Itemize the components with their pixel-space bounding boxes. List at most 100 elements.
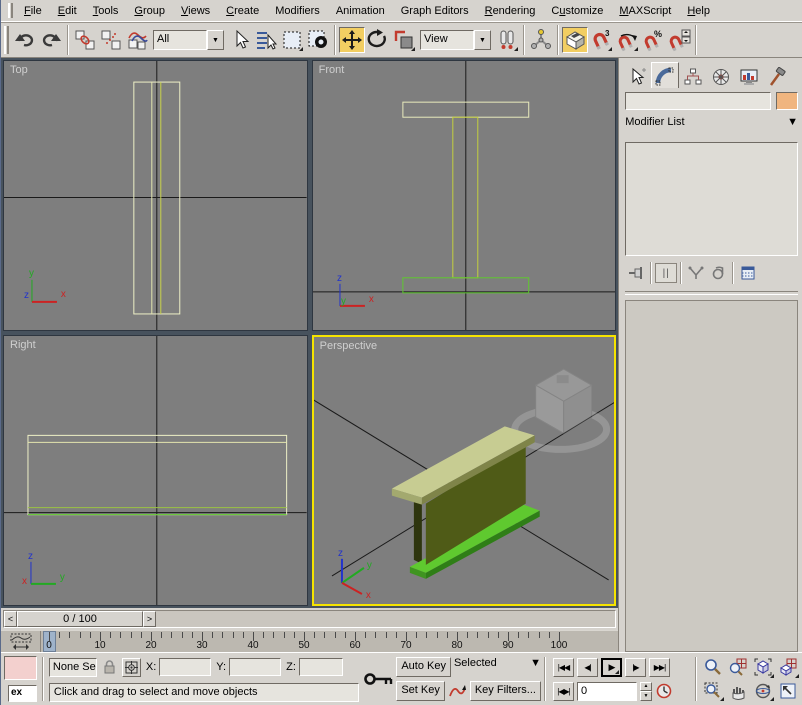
angle-snap-toggle-button[interactable] bbox=[614, 27, 640, 53]
viewport-perspective[interactable]: Perspective z y x bbox=[311, 335, 617, 606]
time-configuration-button[interactable] bbox=[655, 682, 674, 701]
snap-toggle-button[interactable]: 3 bbox=[588, 27, 614, 53]
select-and-manipulate-button[interactable] bbox=[528, 27, 554, 53]
time-slider-prev-arrow[interactable]: < bbox=[4, 611, 17, 627]
time-slider-next-arrow[interactable]: > bbox=[143, 611, 156, 627]
macro-recorder-line[interactable] bbox=[4, 656, 37, 680]
menu-item-animation[interactable]: Animation bbox=[328, 2, 393, 20]
make-unique-button[interactable] bbox=[685, 263, 707, 283]
viewport-right-canvas[interactable]: z y x bbox=[4, 336, 307, 605]
zoom-extents-button[interactable] bbox=[751, 656, 775, 679]
tab-utilities[interactable] bbox=[763, 64, 791, 88]
viewport-perspective-label[interactable]: Perspective bbox=[320, 340, 377, 352]
menu-item-graph-editors[interactable]: Graph Editors bbox=[393, 2, 477, 20]
selection-lock-toggle[interactable] bbox=[100, 658, 119, 677]
frame-spinner[interactable]: ▲ ▼ bbox=[639, 681, 652, 701]
menu-item-rendering[interactable]: Rendering bbox=[477, 2, 544, 20]
zoom-all-button[interactable] bbox=[726, 656, 750, 679]
rectangular-selection-region-button[interactable] bbox=[279, 27, 305, 53]
listener-line[interactable]: ex bbox=[8, 685, 37, 702]
tab-motion[interactable] bbox=[707, 64, 735, 88]
viewport-perspective-canvas[interactable]: z y x bbox=[313, 337, 615, 604]
go-to-end-button[interactable]: ▶▶| bbox=[648, 657, 670, 677]
viewport-front[interactable]: Front z x y bbox=[311, 60, 617, 331]
menu-item-views[interactable]: Views bbox=[173, 2, 218, 20]
select-by-name-button[interactable] bbox=[253, 27, 279, 53]
auto-key-button[interactable]: Auto Key bbox=[396, 657, 451, 677]
menu-item-modifiers[interactable]: Modifiers bbox=[267, 2, 328, 20]
play-button[interactable]: ▶ bbox=[600, 657, 622, 677]
absolute-offset-mode-toggle[interactable] bbox=[121, 657, 141, 677]
viewport-front-canvas[interactable]: z x y bbox=[312, 61, 616, 330]
use-pivot-point-center-button[interactable] bbox=[494, 27, 520, 53]
next-frame-button[interactable]: |▶ bbox=[624, 657, 646, 677]
menu-item-help[interactable]: Help bbox=[679, 2, 718, 20]
select-and-move-button[interactable] bbox=[339, 27, 365, 53]
select-and-scale-button[interactable] bbox=[391, 27, 417, 53]
time-slider-track[interactable]: < 0 / 100 > bbox=[3, 610, 617, 628]
pin-stack-button[interactable] bbox=[625, 263, 647, 283]
tab-create[interactable] bbox=[623, 64, 651, 88]
percent-snap-toggle-button[interactable]: % bbox=[640, 27, 666, 53]
ibeam-3d[interactable] bbox=[391, 426, 540, 579]
tab-display[interactable] bbox=[735, 64, 763, 88]
select-and-link-button[interactable] bbox=[72, 27, 98, 53]
select-and-rotate-button[interactable] bbox=[365, 27, 391, 53]
menu-item-customize[interactable]: Customize bbox=[543, 2, 611, 20]
frame-spinner-up[interactable]: ▲ bbox=[639, 681, 652, 691]
default-tangents-button[interactable] bbox=[448, 682, 467, 701]
modifier-list-arrow[interactable]: ▼ bbox=[787, 116, 798, 136]
arc-rotate-button[interactable] bbox=[751, 680, 775, 703]
maximize-viewport-toggle-button[interactable] bbox=[776, 680, 800, 703]
configure-modifier-sets-button[interactable] bbox=[737, 263, 759, 283]
select-object-button[interactable] bbox=[227, 27, 253, 53]
menubar-drag-handle[interactable] bbox=[8, 3, 13, 18]
go-to-start-button[interactable]: |◀◀ bbox=[552, 657, 574, 677]
x-coord-input[interactable] bbox=[159, 658, 212, 676]
region-zoom-button[interactable] bbox=[701, 680, 725, 703]
menu-item-edit[interactable]: Edit bbox=[50, 2, 85, 20]
z-coord-input[interactable] bbox=[298, 658, 343, 676]
set-key-button[interactable]: Set Key bbox=[396, 681, 445, 701]
key-mode-toggle-button[interactable]: |◀▶| bbox=[552, 681, 574, 701]
redo-button[interactable] bbox=[38, 27, 64, 53]
open-mini-curve-editor-button[interactable] bbox=[1, 631, 41, 652]
remove-modifier-button[interactable] bbox=[707, 263, 729, 283]
reference-coordinate-dropdown[interactable]: View ▼ bbox=[420, 30, 491, 50]
viewport-top-label[interactable]: Top bbox=[10, 64, 28, 76]
set-keys-big-button[interactable] bbox=[361, 655, 396, 703]
menu-item-tools[interactable]: Tools bbox=[85, 2, 127, 20]
menu-item-maxscript[interactable]: MAXScript bbox=[611, 2, 679, 20]
tab-hierarchy[interactable] bbox=[679, 64, 707, 88]
key-mode-arrow[interactable]: ▼ bbox=[530, 657, 541, 677]
toolbar-drag-handle[interactable] bbox=[4, 26, 9, 54]
show-end-result-button[interactable]: || bbox=[655, 263, 678, 283]
time-slider-handle[interactable]: 0 / 100 bbox=[17, 611, 143, 627]
menu-item-create[interactable]: Create bbox=[218, 2, 267, 20]
viewport-top-canvas[interactable]: y x z bbox=[4, 61, 307, 330]
modifier-list-dropdown[interactable]: Modifier List ▼ bbox=[625, 116, 798, 136]
menu-item-group[interactable]: Group bbox=[126, 2, 173, 20]
spinner-snap-toggle-button[interactable] bbox=[666, 27, 692, 53]
selection-filter-dropdown[interactable]: All ▼ bbox=[153, 30, 224, 50]
window-crossing-toggle-button[interactable] bbox=[305, 27, 331, 53]
snaps-cube-toggle-button[interactable] bbox=[562, 27, 588, 53]
menu-item-file[interactable]: File bbox=[16, 2, 50, 20]
previous-frame-button[interactable]: ◀| bbox=[576, 657, 598, 677]
modifier-stack-list[interactable] bbox=[625, 142, 798, 256]
frame-spinner-down[interactable]: ▼ bbox=[639, 691, 652, 701]
object-name-input[interactable] bbox=[625, 92, 771, 110]
zoom-extents-all-button[interactable] bbox=[776, 656, 800, 679]
bind-to-space-warp-button[interactable] bbox=[124, 27, 150, 53]
reference-coordinate-arrow[interactable]: ▼ bbox=[474, 30, 491, 50]
y-coord-input[interactable] bbox=[229, 658, 282, 676]
viewport-right-label[interactable]: Right bbox=[10, 339, 36, 351]
viewport-front-label[interactable]: Front bbox=[319, 64, 345, 76]
zoom-button[interactable] bbox=[701, 656, 725, 679]
pan-view-button[interactable] bbox=[726, 680, 750, 703]
key-filters-button[interactable]: Key Filters... bbox=[469, 681, 541, 701]
key-mode-dropdown[interactable]: Selected ▼ bbox=[454, 657, 541, 677]
tab-modify[interactable] bbox=[651, 62, 680, 88]
viewport-top[interactable]: Top y x z bbox=[3, 60, 308, 331]
current-frame-field[interactable]: 0 bbox=[576, 681, 637, 701]
